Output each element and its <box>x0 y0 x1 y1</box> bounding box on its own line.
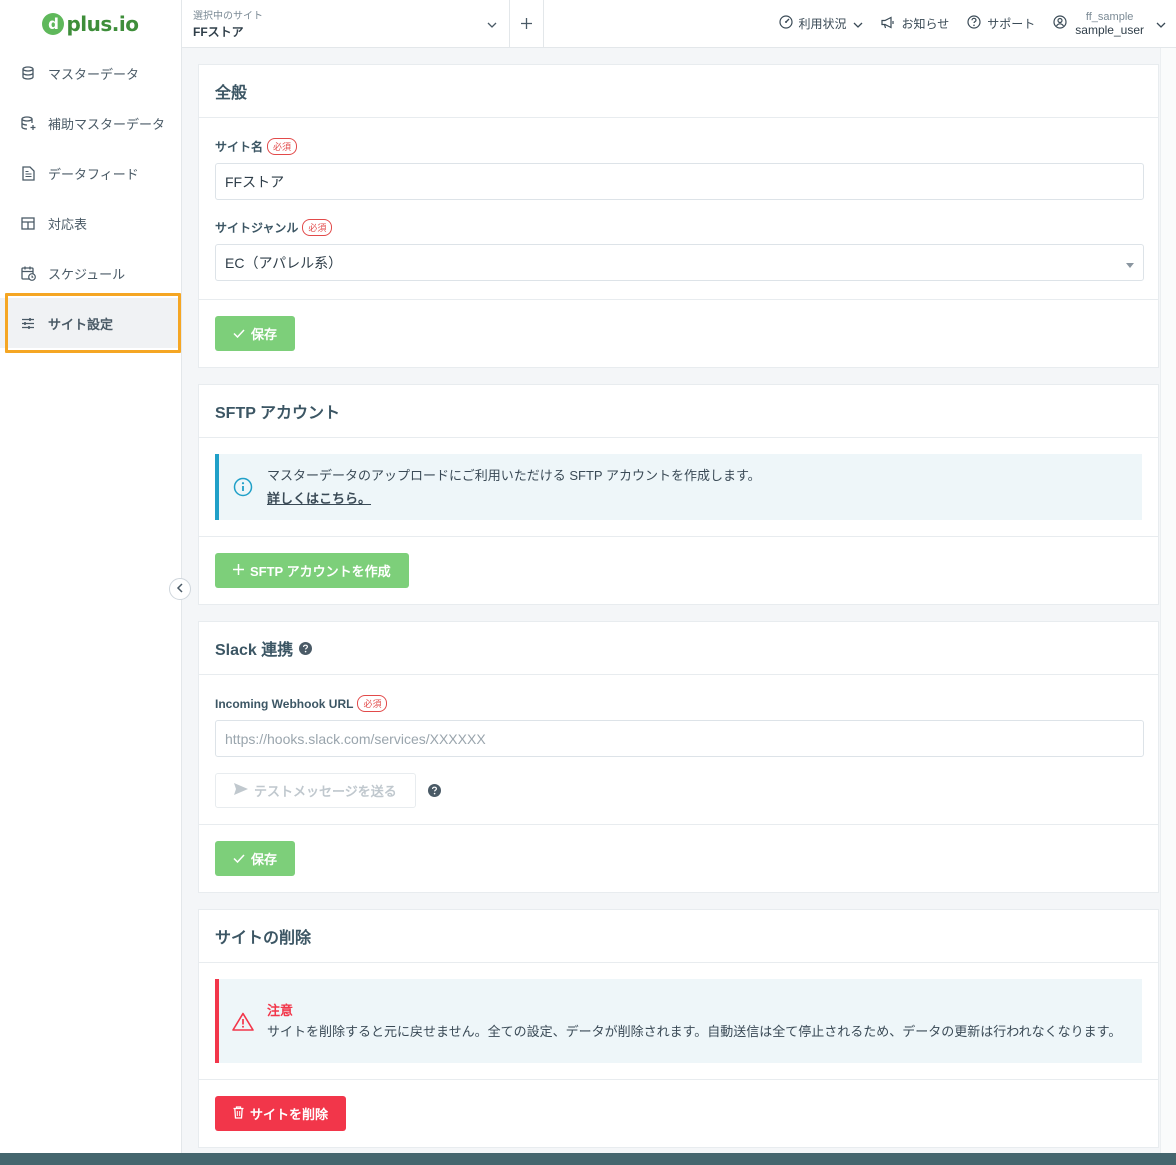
logo-text: plus.io <box>66 12 139 36</box>
chevron-left-icon <box>176 580 184 598</box>
calendar-clock-icon <box>20 265 36 281</box>
usage-label: 利用状況 <box>798 17 847 31</box>
support-label: サポート <box>987 17 1036 31</box>
site-name-label-text: サイト名 <box>215 140 264 154</box>
check-icon <box>233 851 245 866</box>
user-circle-icon <box>1053 15 1067 32</box>
header-actions: 利用状況 お知らせ サポート ff_sample sample_user <box>778 11 1176 37</box>
support-link[interactable]: サポート <box>967 15 1035 32</box>
sidebar-item-label: データフィード <box>48 166 139 182</box>
create-sftp-label: SFTP アカウントを作成 <box>250 564 391 579</box>
database-icon <box>20 65 36 81</box>
warning-title: 注意 <box>267 1002 294 1018</box>
webhook-url-input[interactable]: https://hooks.slack.com/services/XXXXXX <box>215 720 1144 757</box>
usage-menu[interactable]: 利用状況 <box>778 15 863 32</box>
info-icon <box>219 477 267 497</box>
sidebar-item-data-feed[interactable]: データフィード <box>0 148 181 198</box>
site-genre-value: EC（アパレル系） <box>225 254 343 271</box>
required-badge: 必須 <box>267 138 298 155</box>
user-org: ff_sample <box>1085 10 1134 23</box>
delete-site-card: サイトの削除 注意 サイトを削除すると元に戻せません。全ての設定、データが削除さ… <box>198 909 1159 1148</box>
sidebar-item-schedule[interactable]: スケジュール <box>0 248 181 298</box>
megaphone-icon <box>880 16 896 32</box>
warning-text: サイトを削除すると元に戻せません。全ての設定、データが削除されます。自動送信は全… <box>267 1023 1122 1039</box>
general-save-button[interactable]: 保存 <box>215 316 296 351</box>
sidebar-item-master-data[interactable]: マスターデータ <box>0 48 181 98</box>
sidebar-item-mapping-table[interactable]: 対応表 <box>0 198 181 248</box>
slack-card: Slack 連携 Incoming Webhook URL 必須 https:/… <box>198 621 1159 893</box>
user-menu[interactable]: ff_sample sample_user <box>1053 11 1166 37</box>
webhook-url-label: Incoming Webhook URL 必須 <box>215 695 1142 712</box>
sliders-icon <box>20 315 36 331</box>
sidebar-item-label: スケジュール <box>48 266 126 282</box>
user-name: sample_user <box>1075 22 1144 37</box>
plus-icon <box>521 13 532 34</box>
webhook-url-label-text: Incoming Webhook URL <box>215 696 354 711</box>
save-label: 保存 <box>251 327 278 342</box>
create-sftp-account-button[interactable]: SFTP アカウントを作成 <box>215 553 409 588</box>
general-card: 全般 サイト名 必須 FFストア サイトジャンル 必須 EC（アパレル系） 保存 <box>198 64 1159 368</box>
notice-link[interactable]: お知らせ <box>880 15 950 32</box>
delete-site-title: サイトの削除 <box>199 910 1158 963</box>
site-name-label: サイト名 必須 <box>215 138 1142 155</box>
help-icon[interactable] <box>427 784 441 797</box>
slack-title: Slack 連携 <box>199 622 1158 675</box>
general-title: 全般 <box>199 65 1158 118</box>
help-icon[interactable] <box>299 641 313 655</box>
footer-bar <box>0 1153 1176 1165</box>
sidebar-item-label: 対応表 <box>48 216 88 232</box>
scrollbar[interactable] <box>1160 48 1176 1153</box>
table-icon <box>20 215 36 231</box>
sftp-info-box: マスターデータのアップロードにご利用いただける SFTP アカウントを作成します… <box>215 454 1142 520</box>
sftp-title: SFTP アカウント <box>199 385 1158 438</box>
sidebar-nav: マスターデータ 補助マスターデータ データフィード 対応表 スケジュール サイト… <box>0 48 181 348</box>
document-icon <box>20 165 36 181</box>
plus-icon <box>233 563 244 578</box>
sidebar-item-sub-master-data[interactable]: 補助マスターデータ <box>0 98 181 148</box>
site-genre-select[interactable]: EC（アパレル系） <box>215 244 1144 281</box>
site-selector-caption: 選択中のサイト <box>193 11 263 22</box>
sidebar-item-label: マスターデータ <box>48 66 140 82</box>
sidebar-item-site-settings[interactable]: サイト設定 <box>0 298 181 348</box>
sftp-learn-more-link[interactable]: 詳しくはこちら。 <box>267 491 371 506</box>
check-icon <box>233 326 245 341</box>
chevron-down-icon <box>487 15 497 33</box>
slack-title-text: Slack 連携 <box>215 642 294 659</box>
app-logo[interactable]: d plus.io <box>0 0 181 48</box>
site-name-input[interactable]: FFストア <box>215 163 1144 200</box>
delete-site-button[interactable]: サイトを削除 <box>215 1096 347 1131</box>
gauge-icon <box>778 15 793 32</box>
send-test-message-button[interactable]: テストメッセージを送る <box>215 773 416 808</box>
sidebar-item-label: サイト設定 <box>48 316 114 332</box>
send-icon <box>234 783 248 798</box>
add-site-button[interactable] <box>510 0 544 48</box>
chevron-down-icon <box>853 17 863 31</box>
required-badge: 必須 <box>357 695 388 712</box>
sftp-card: SFTP アカウント マスターデータのアップロードにご利用いただける SFTP … <box>198 384 1159 605</box>
sidebar-item-label: 補助マスターデータ <box>48 116 166 132</box>
caret-down-icon <box>1126 255 1134 271</box>
site-genre-label: サイトジャンル 必須 <box>215 219 1142 236</box>
sidebar-collapse-button[interactable] <box>169 578 191 600</box>
logo-mark: d <box>42 13 65 35</box>
site-selector[interactable]: 選択中のサイト FFストア <box>182 0 510 48</box>
delete-site-label: サイトを削除 <box>250 1107 329 1122</box>
delete-warning-box: 注意 サイトを削除すると元に戻せません。全ての設定、データが削除されます。自動送… <box>215 979 1142 1063</box>
sftp-info-text: マスターデータのアップロードにご利用いただける SFTP アカウントを作成します… <box>267 468 761 483</box>
save-label: 保存 <box>251 852 278 867</box>
required-badge: 必須 <box>302 219 333 236</box>
send-test-label: テストメッセージを送る <box>254 784 397 799</box>
top-header: 選択中のサイト FFストア 利用状況 お知らせ サポート ff_sample s… <box>182 0 1176 48</box>
site-genre-label-text: サイトジャンル <box>215 221 299 235</box>
slack-save-button[interactable]: 保存 <box>215 841 296 876</box>
database-plus-icon <box>20 115 36 131</box>
trash-icon <box>233 1105 244 1122</box>
main-content: 全般 サイト名 必須 FFストア サイトジャンル 必須 EC（アパレル系） 保存… <box>198 64 1159 1164</box>
help-circle-icon <box>967 15 981 32</box>
sidebar: d plus.io マスターデータ 補助マスターデータ データフィード 対応表 <box>0 0 182 1165</box>
chevron-down-icon <box>1156 17 1166 31</box>
notice-label: お知らせ <box>901 17 950 31</box>
warning-icon <box>219 1012 267 1031</box>
site-selector-value: FFストア <box>193 25 244 39</box>
